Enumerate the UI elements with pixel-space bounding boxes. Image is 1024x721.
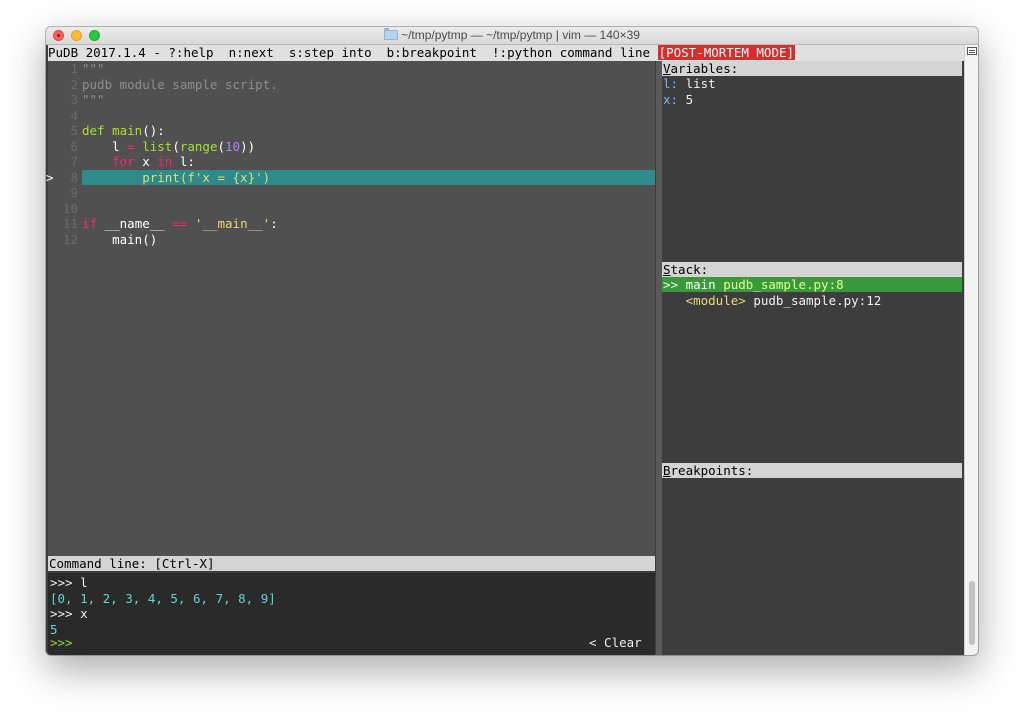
code-line[interactable]: """ <box>82 61 105 76</box>
line-number[interactable]: 7 <box>50 154 78 169</box>
window-title: ~/tmp/pytmp — ~/tmp/pytmp | vim — 140×39 <box>46 28 978 43</box>
variable-item[interactable]: l: list <box>663 76 716 91</box>
code-token: : <box>270 216 278 231</box>
breakpoints-header: Breakpoints: <box>662 463 962 478</box>
command-line-output[interactable]: >>> l [0, 1, 2, 3, 4, 5, 6, 7, 8, 9] >>> x… <box>48 573 664 655</box>
code-token: """ <box>82 92 105 107</box>
right-panel: Variables: l: list x: 5 Stack: >> main pu… <box>662 61 962 655</box>
post-mortem-badge: [POST-MORTEM MODE] <box>657 45 796 60</box>
line-number[interactable]: 4 <box>50 108 78 123</box>
line-number[interactable]: 1 <box>50 61 78 76</box>
stack-frame-location: pudb_sample.py:8 <box>715 277 844 292</box>
stack-header: Stack: <box>662 262 962 277</box>
current-line-marker: > <box>46 169 54 185</box>
code-token: ( <box>172 138 180 154</box>
variable-value: list <box>678 76 716 91</box>
variables-header: Variables: <box>662 61 962 76</box>
code-token: __name__ <box>97 216 173 231</box>
terminal-window: ~/tmp/pytmp — ~/tmp/pytmp | vim — 140×39… <box>46 27 978 655</box>
code-token: x <box>134 154 158 169</box>
stack-pane[interactable]: >> main pudb_sample.py:8 <module> pudb_s… <box>662 277 962 462</box>
command-output-line: >>> l <box>50 575 88 590</box>
line-number[interactable]: 8 <box>50 170 78 185</box>
code-token: """ <box>82 61 105 76</box>
code-token: main <box>112 123 143 138</box>
code-line[interactable]: main() <box>82 232 157 247</box>
stack-frame-prefix: >> <box>663 277 686 292</box>
command-prompt[interactable]: >>> <box>50 635 73 650</box>
code-token: == <box>172 216 188 231</box>
line-number[interactable]: 12 <box>50 232 78 247</box>
variable-value: 5 <box>678 91 694 107</box>
code-line[interactable]: pudb module sample script. <box>82 77 278 92</box>
source-code-view[interactable]: 1 """ 2 pudb module sample script. 3 """ 4 5 def… <box>46 61 655 556</box>
window-title-text: ~/tmp/pytmp — ~/tmp/pytmp | vim — 140×39 <box>401 28 640 42</box>
variables-header-rest: ariables: <box>670 61 739 76</box>
stack-frame-name: <module> <box>685 292 746 308</box>
code-token: pudb module sample script. <box>82 76 278 92</box>
code-line[interactable]: l = list(range(10)) <box>82 139 255 154</box>
code-line[interactable]: for x in l: <box>82 154 195 169</box>
variable-name: x: <box>663 91 679 107</box>
breakpoints-header-rest: reakpoints: <box>670 463 754 478</box>
code-line[interactable]: def main(): <box>82 123 165 138</box>
stack-accel: S <box>663 262 671 277</box>
code-token: )) <box>240 138 256 154</box>
scrollbar[interactable] <box>964 45 978 655</box>
code-token: = <box>127 138 135 154</box>
command-line-header: Command line: [Ctrl-X] <box>48 556 655 571</box>
code-token: (): <box>142 123 165 138</box>
line-number[interactable]: 2 <box>50 77 78 92</box>
code-token: l <box>82 138 128 154</box>
code-token: ( <box>217 138 226 154</box>
variables-accel: V <box>663 61 671 76</box>
stack-frame-name: main <box>685 277 716 292</box>
code-line[interactable]: print(f'x = {x}') <box>82 170 270 185</box>
code-token: 10 <box>225 138 241 154</box>
stack-frame[interactable]: <module> pudb_sample.py:12 <box>663 292 882 308</box>
code-token: in <box>157 154 173 169</box>
code-token: range <box>179 138 218 154</box>
line-number[interactable]: 3 <box>50 92 78 107</box>
terminal[interactable]: PuDB 2017.1.4 - ?:help n:next s:step int… <box>46 45 964 655</box>
line-number[interactable]: 5 <box>50 123 78 138</box>
line-number[interactable]: 9 <box>50 185 78 200</box>
variable-name: l: <box>663 76 679 91</box>
header-shortcuts: PuDB 2017.1.4 - ?:help n:next s:step int… <box>48 45 658 60</box>
breakpoints-accel: B <box>663 463 671 478</box>
line-number[interactable]: 11 <box>50 216 78 231</box>
breakpoints-pane[interactable] <box>662 478 962 655</box>
pudb-header: PuDB 2017.1.4 - ?:help n:next s:step int… <box>48 45 964 61</box>
folder-icon <box>384 28 399 40</box>
variables-pane[interactable]: l: list x: 5 <box>662 76 962 261</box>
code-token: l: <box>172 154 195 169</box>
clear-button[interactable]: < Clear > <box>589 635 664 650</box>
variable-item[interactable]: x: 5 <box>663 92 693 107</box>
scrollbar-grip-icon <box>967 47 977 55</box>
code-token: main() <box>82 231 158 247</box>
line-number[interactable]: 6 <box>50 139 78 154</box>
stack-frame-prefix <box>663 293 686 308</box>
stack-frame-location: pudb_sample.py:12 <box>745 292 882 308</box>
scrollbar-thumb[interactable] <box>969 581 975 645</box>
code-token: def <box>82 123 113 138</box>
code-token: print(f'x = {x}') <box>82 169 271 185</box>
code-line[interactable]: if __name__ == '__main__': <box>82 216 278 231</box>
line-number[interactable]: 10 <box>50 201 78 216</box>
code-token: for <box>82 154 135 169</box>
command-output-line: [0, 1, 2, 3, 4, 5, 6, 7, 8, 9] <box>50 590 276 606</box>
stack-header-rest: tack: <box>670 262 709 277</box>
code-token: '__main__' <box>194 216 271 231</box>
command-output-line: >>> x <box>50 606 88 621</box>
code-token: if <box>82 216 98 231</box>
code-line[interactable]: """ <box>82 92 105 107</box>
code-token: list <box>142 138 173 154</box>
stack-frame[interactable]: >> main pudb_sample.py:8 <box>663 277 844 292</box>
title-bar: ~/tmp/pytmp — ~/tmp/pytmp | vim — 140×39 <box>46 27 978 45</box>
